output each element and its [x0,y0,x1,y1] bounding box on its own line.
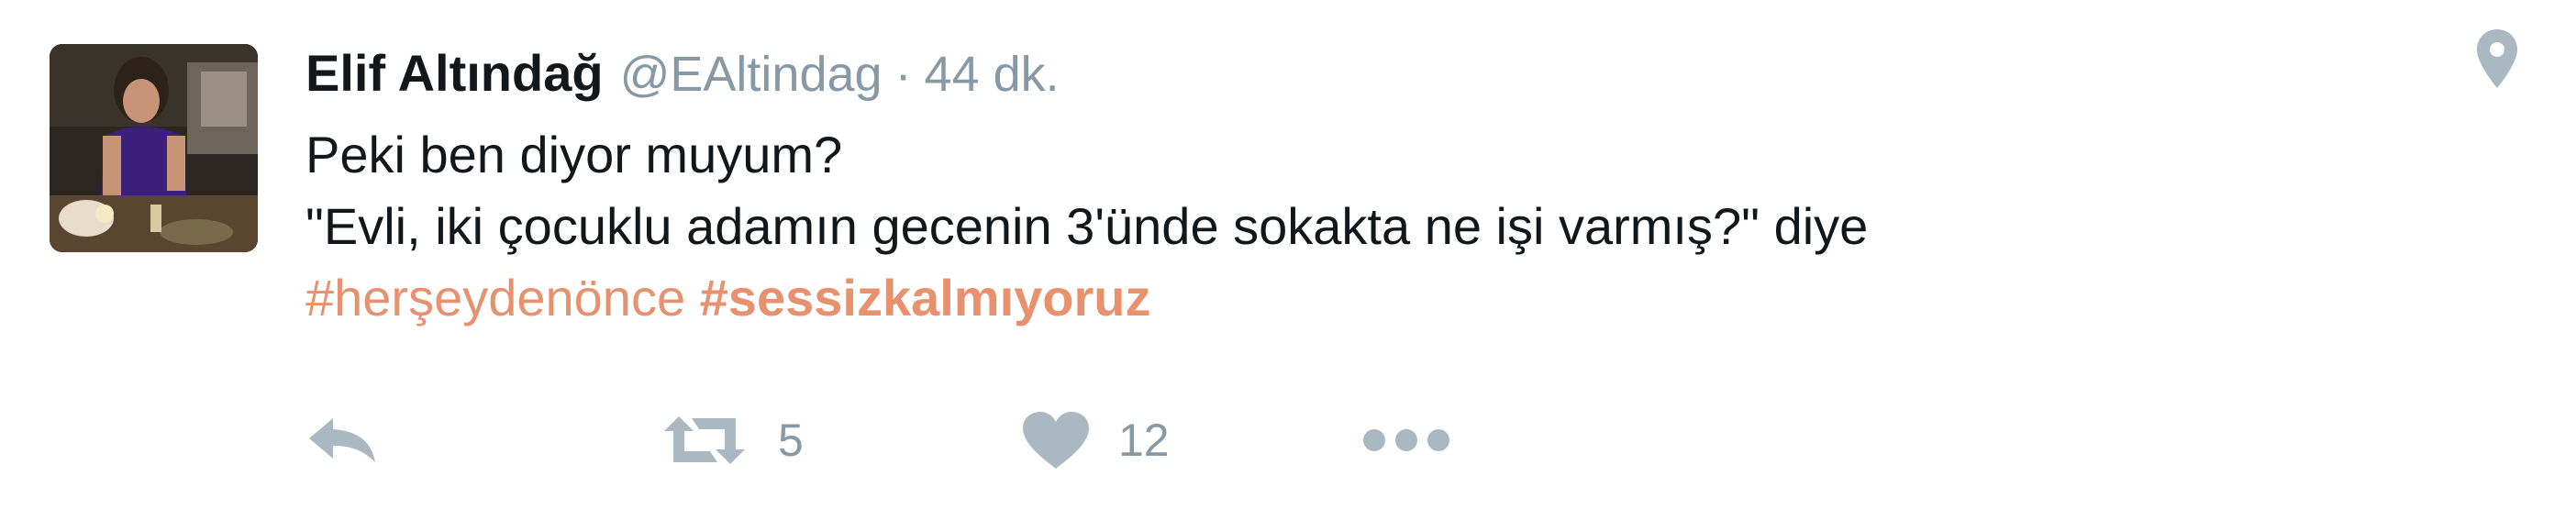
separator-dot: · [894,47,912,102]
like-button[interactable]: 12 [1021,404,1170,477]
tweet-text: Peki ben diyor muyum? "Evli, iki çocuklu… [305,119,2415,334]
timestamp[interactable]: 44 dk. [925,47,1060,102]
hashtag-link[interactable]: #sessizkalmıyoruz [700,269,1151,326]
avatar[interactable] [50,44,258,252]
hashtag-link[interactable]: #herşeydenönce [305,269,685,326]
tweet-card: Elif Altındağ @EAltindag · 44 dk. Peki ben … [0,0,2576,509]
retweet-count: 5 [778,415,804,466]
reply-icon [309,418,375,462]
author-handle[interactable]: @EAltindag [620,47,883,102]
map-pin-icon[interactable] [2475,28,2519,90]
tweet-text-line-1: Peki ben diyor muyum? [305,126,843,183]
like-count: 12 [1118,415,1170,466]
retweet-icon [664,416,745,464]
more-dots-icon [1363,429,1449,451]
more-options-button[interactable] [1360,404,1452,477]
hashtag-line: #herşeydenönce #sessizkalmıyoruz [305,262,2415,334]
tweet-header: Elif Altındağ @EAltindag · 44 dk. [305,37,1060,110]
retweet-button[interactable]: 5 [659,404,804,477]
author-name[interactable]: Elif Altındağ [305,44,604,102]
avatar-photo [50,44,258,252]
reply-button[interactable] [305,404,379,477]
heart-icon [1023,412,1089,469]
tweet-text-line-2: "Evli, iki çocuklu adamın gecenin 3'ünde… [305,197,1869,255]
